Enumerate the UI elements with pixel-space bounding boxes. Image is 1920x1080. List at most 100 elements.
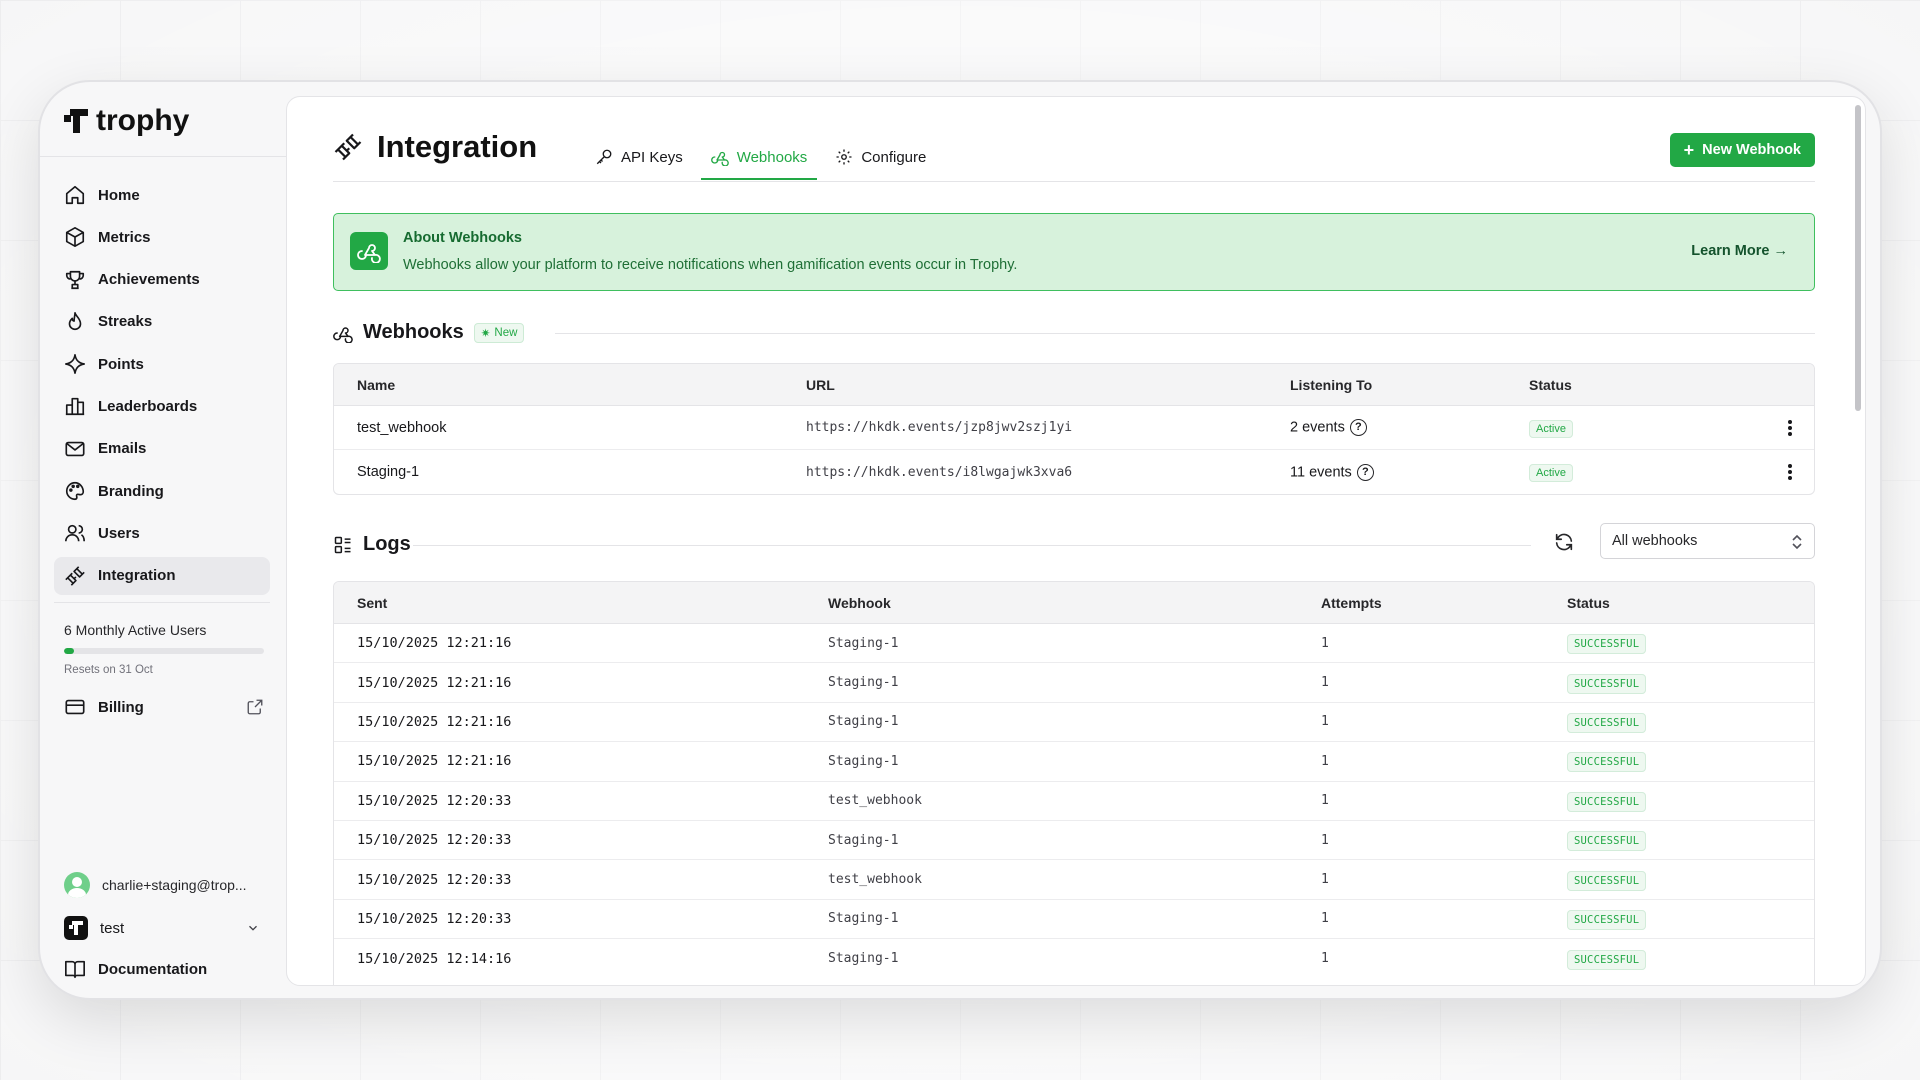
- main-panel: Integration API Keys Webhooks Configure …: [286, 96, 1866, 986]
- webhook-icon: [333, 326, 353, 343]
- gear-icon: [836, 149, 852, 165]
- table-row[interactable]: 15/10/2025 12:14:16 Staging-1 1 SUCCESSF…: [334, 939, 1814, 978]
- sidebar-item-label: Emails: [98, 440, 147, 458]
- user-email: charlie+staging@trop...: [102, 877, 247, 893]
- tab-label: Configure: [861, 148, 927, 166]
- app-window: trophy Home Metrics Achievements Streaks: [38, 80, 1882, 1000]
- status-cell: SUCCESSFUL: [1567, 673, 1647, 694]
- usage-label: 6 Monthly Active Users: [64, 622, 207, 638]
- table-row[interactable]: 15/10/2025 12:21:16 Staging-1 1 SUCCESSF…: [334, 703, 1814, 743]
- sent-time: 15/10/2025 12:20:33: [357, 832, 512, 849]
- chevron-updown-icon: [1792, 534, 1802, 550]
- sidebar-item-label: Streaks: [98, 313, 153, 331]
- sidebar-item-branding[interactable]: Branding: [54, 472, 270, 510]
- more-options-icon[interactable]: [1788, 464, 1792, 480]
- refresh-icon[interactable]: [1553, 531, 1575, 553]
- sent-time: 15/10/2025 12:20:33: [357, 792, 512, 809]
- sidebar: trophy Home Metrics Achievements Streaks: [40, 82, 286, 998]
- sidebar-item-label: Leaderboards: [98, 397, 198, 415]
- help-icon[interactable]: ?: [1356, 463, 1374, 481]
- flame-icon: [68, 311, 82, 330]
- table-header: Name URL Listening To Status: [334, 364, 1814, 406]
- page-title: Integration: [377, 129, 538, 164]
- table-row[interactable]: test_webhook https://hkdk.events/jzp8jwv…: [334, 406, 1814, 450]
- listening-to: 2 events?: [1290, 419, 1529, 436]
- sidebar-item-label: Home: [98, 186, 140, 204]
- webhook-filter-select[interactable]: All webhooks: [1600, 523, 1815, 559]
- status-cell: SUCCESSFUL: [1567, 634, 1647, 655]
- trophy-logo-icon: [64, 109, 88, 133]
- sent-time: 15/10/2025 12:14:16: [357, 950, 512, 967]
- attempts: 1: [1321, 675, 1329, 691]
- table-row[interactable]: 15/10/2025 12:20:33 test_webhook 1 SUCCE…: [334, 782, 1814, 821]
- project-name: test: [100, 919, 125, 937]
- sidebar-item-metrics[interactable]: Metrics: [54, 218, 270, 256]
- usage-progress-fill: [64, 648, 74, 654]
- user-account[interactable]: charlie+staging@trop...: [64, 872, 247, 898]
- sidebar-item-achievements[interactable]: Achievements: [54, 261, 270, 299]
- title-wrap: Integration: [333, 129, 537, 165]
- webhook-url: https://hkdk.events/i8lwgajwk3xva6: [806, 464, 1073, 480]
- table-row[interactable]: Staging-1 https://hkdk.events/i8lwgajwk3…: [334, 450, 1814, 494]
- tab-api-keys[interactable]: API Keys: [585, 135, 693, 179]
- sidebar-item-leaderboards[interactable]: Leaderboards: [54, 387, 270, 425]
- status-badge: SUCCESSFUL: [1567, 634, 1647, 655]
- learn-more-link[interactable]: Learn More →: [1691, 243, 1788, 259]
- column-header: Webhook: [828, 594, 891, 611]
- documentation-link[interactable]: Documentation: [64, 958, 207, 980]
- sidebar-item-users[interactable]: Users: [54, 514, 270, 552]
- sidebar-item-home[interactable]: Home: [54, 176, 270, 214]
- about-webhooks-banner: About Webhooks Webhooks allow your platf…: [333, 213, 1815, 291]
- section-divider: [413, 545, 1531, 546]
- learn-more-label: Learn More: [1691, 243, 1770, 259]
- help-icon[interactable]: ?: [1349, 419, 1367, 436]
- project-icon: [64, 916, 88, 940]
- usage-reset-date: Resets on 31 Oct: [64, 664, 153, 676]
- webhook-name: Staging-1: [828, 714, 899, 730]
- more-options-icon[interactable]: [1788, 419, 1792, 436]
- tab-webhooks[interactable]: Webhooks: [700, 135, 818, 180]
- banner-title: About Webhooks: [403, 230, 522, 246]
- webhooks-section-header: Webhooks ✷ New: [333, 321, 525, 344]
- status-cell: SUCCESSFUL: [1567, 831, 1647, 852]
- billing-link[interactable]: Billing: [64, 696, 264, 718]
- table-row[interactable]: 15/10/2025 12:20:33 Staging-1 1 SUCCESSF…: [334, 900, 1814, 940]
- attempts: 1: [1321, 951, 1329, 967]
- avatar: [64, 872, 90, 898]
- status-badge: Active: [1529, 464, 1573, 482]
- new-badge-label: New: [494, 326, 518, 339]
- logs-table: Sent Webhook Attempts Status 15/10/2025 …: [333, 581, 1815, 985]
- attempts: 1: [1321, 832, 1329, 848]
- new-webhook-button[interactable]: + New Webhook: [1669, 133, 1815, 167]
- table-row[interactable]: 15/10/2025 12:21:16 Staging-1 1 SUCCESSF…: [334, 663, 1814, 703]
- tab-configure[interactable]: Configure: [825, 135, 936, 179]
- sidebar-item-points[interactable]: Points: [54, 345, 270, 383]
- events-count: 11 events: [1290, 463, 1352, 480]
- sidebar-item-emails[interactable]: Emails: [54, 430, 270, 468]
- section-title: Logs: [363, 533, 411, 555]
- table-row[interactable]: 15/10/2025 12:20:33 Staging-1 1 SUCCESSF…: [334, 821, 1814, 861]
- attempts: 1: [1321, 635, 1329, 651]
- webhook-name: Staging-1: [828, 832, 899, 848]
- sidebar-item-label: Achievements: [98, 271, 200, 289]
- external-link-icon: [247, 699, 263, 715]
- table-row[interactable]: 15/10/2025 12:21:16 Staging-1 1 SUCCESSF…: [334, 624, 1814, 664]
- status-cell: SUCCESSFUL: [1567, 909, 1647, 930]
- app-logo[interactable]: trophy: [64, 104, 189, 138]
- new-webhook-label: New Webhook: [1702, 142, 1801, 158]
- sidebar-item-label: Users: [98, 524, 140, 542]
- app-name: trophy: [96, 104, 190, 137]
- sparkle-icon: [65, 354, 85, 375]
- table-row[interactable]: 15/10/2025 12:20:33 test_webhook 1 SUCCE…: [334, 860, 1814, 900]
- attempts: 1: [1321, 872, 1329, 888]
- scrollbar[interactable]: [1855, 105, 1861, 411]
- sent-time: 15/10/2025 12:21:16: [357, 635, 512, 652]
- sidebar-item-integration[interactable]: Integration: [54, 556, 270, 595]
- sidebar-item-streaks[interactable]: Streaks: [54, 303, 270, 341]
- credit-card-icon: [65, 699, 85, 715]
- webhook-name: Staging-1: [828, 753, 899, 769]
- table-row[interactable]: 15/10/2025 12:21:16 Staging-1 1 SUCCESSF…: [334, 742, 1814, 782]
- project-switcher[interactable]: test: [64, 916, 260, 940]
- webhook-name: Staging-1: [828, 911, 899, 927]
- webhook-name: Staging-1: [828, 951, 899, 967]
